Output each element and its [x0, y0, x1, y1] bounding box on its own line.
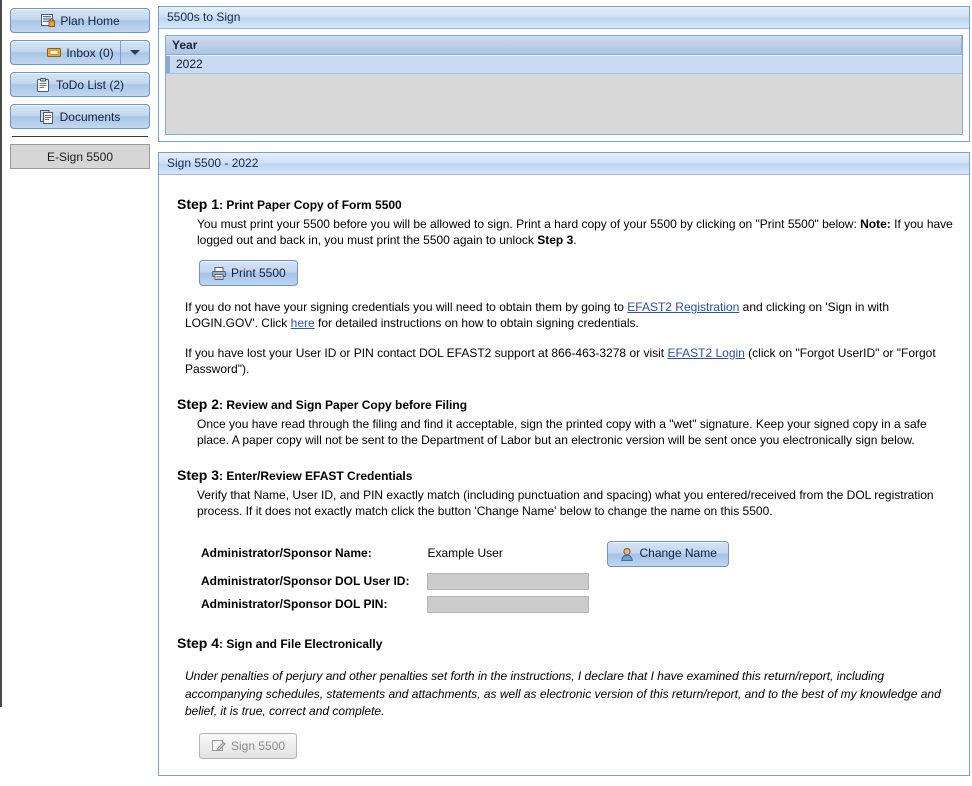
cell-year: 2022: [176, 57, 203, 71]
change-name-cell: Change Name: [607, 538, 729, 570]
step-3-heading: : Enter/Review EFAST Credentials: [219, 469, 413, 484]
sidebar-divider: [12, 136, 148, 137]
print-5500-button[interactable]: Print 5500: [199, 260, 298, 287]
admin-sponsor-name-value: Example User: [427, 546, 503, 561]
perjury-statement: Under penalties of perjury and other pen…: [185, 669, 941, 719]
step-1-heading: : Print Paper Copy of Form 5500: [219, 198, 402, 212]
sidebar-item-label: Plan Home: [60, 13, 120, 28]
sidebar-item-documents[interactable]: Documents: [10, 104, 150, 129]
efast2-registration-link[interactable]: EFAST2 Registration: [627, 300, 739, 314]
clipboard-icon: [36, 77, 51, 92]
step-4-number: Step 4: [177, 634, 220, 651]
sign-5500-form: Step 1: Print Paper Copy of Form 5500 Yo…: [165, 181, 963, 769]
column-header-year[interactable]: Year: [166, 36, 962, 54]
printer-icon: [211, 266, 226, 280]
sidebar-item-todo-list[interactable]: ToDo List (2): [10, 72, 150, 97]
credentials-table: Administrator/Sponsor Name: Example User: [201, 538, 729, 616]
step-3-body: Verify that Name, User ID, and PIN exact…: [197, 488, 934, 519]
5500s-to-sign-grid: Year 2022: [165, 35, 963, 135]
step-1-number: Step 1: [177, 196, 220, 212]
inbox-icon: [46, 46, 61, 60]
credentials-text-3: for detailed instructions on how to obta…: [314, 316, 639, 331]
credential-row-name: Administrator/Sponsor Name: Example User: [201, 538, 729, 570]
sign-pencil-icon: [211, 739, 226, 753]
sidebar: Plan Home Inbox (0) ToDo List (2) Docume…: [2, 0, 158, 169]
lost-credentials-paragraph: If you have lost your User ID or PIN con…: [185, 345, 953, 377]
change-name-button-label: Change Name: [639, 546, 717, 561]
grid-panel-title: 5500s to Sign: [159, 7, 969, 29]
credential-row-userid: Administrator/Sponsor DOL User ID:: [201, 570, 729, 593]
sign-5500-button-label: Sign 5500: [231, 738, 286, 753]
step-1-text-1: You must print your 5500 before you will…: [197, 216, 861, 231]
content-area: 5500s to Sign Year 2022 Sign 5500 - 2022: [158, 0, 972, 786]
efast2-login-link[interactable]: EFAST2 Login: [667, 346, 744, 360]
print-5500-button-label: Print 5500: [231, 266, 286, 281]
grid-header-row: Year: [166, 36, 962, 55]
sidebar-item-label: ToDo List (2): [55, 77, 125, 92]
step-2-number: Step 2: [177, 396, 220, 413]
dol-user-id-label: Administrator/Sponsor DOL User ID:: [201, 573, 410, 588]
step-1-text-3: .: [573, 233, 577, 248]
step-1-note: Note:: [860, 216, 891, 231]
admin-sponsor-name-label: Administrator/Sponsor Name:: [201, 546, 372, 561]
sign-5500-panel-body: Step 1: Print Paper Copy of Form 5500 Yo…: [159, 175, 969, 775]
step-1-body: You must print your 5500 before you will…: [197, 216, 953, 248]
sign-5500-button-row: Sign 5500: [199, 732, 953, 759]
step-1-step3-ref: Step 3: [537, 233, 574, 248]
credential-row-pin: Administrator/Sponsor DOL PIN:: [201, 593, 729, 616]
sign-5500-panel: Sign 5500 - 2022 Step 1: Print Paper Cop…: [158, 152, 970, 776]
dol-user-id-input[interactable]: [427, 572, 590, 590]
step-1-title: Step 1: Print Paper Copy of Form 5500: [177, 195, 953, 214]
dol-pin-cell: [427, 593, 728, 616]
table-row[interactable]: 2022: [166, 55, 962, 74]
sidebar-item-label: E-Sign 5500: [46, 149, 114, 164]
sidebar-item-label: Inbox (0): [66, 45, 114, 60]
documents-icon: [40, 109, 55, 124]
here-link[interactable]: here: [291, 316, 315, 330]
step-4-title: Step 4: Sign and File Electronically: [177, 634, 953, 653]
credentials-paragraph: If you do not have your signing credenti…: [185, 299, 953, 331]
step-3-number: Step 3: [177, 467, 220, 484]
sidebar-item-inbox[interactable]: Inbox (0): [10, 40, 150, 65]
grid-panel-body: Year 2022: [159, 29, 969, 141]
step-2-heading: : Review and Sign Paper Copy before Fili…: [219, 398, 468, 413]
dol-pin-input[interactable]: [427, 595, 590, 613]
chevron-down-icon: [130, 50, 140, 55]
grid-panel: 5500s to Sign Year 2022: [158, 6, 970, 142]
step-2-body: Once you have read through the filing an…: [197, 416, 927, 448]
dol-pin-label: Administrator/Sponsor DOL PIN:: [201, 596, 388, 611]
change-name-button[interactable]: Change Name: [607, 540, 729, 567]
application-window: Plan Home Inbox (0) ToDo List (2) Docume…: [2, 0, 972, 776]
sidebar-item-plan-home[interactable]: Plan Home: [10, 8, 150, 33]
inbox-dropdown-toggle[interactable]: [120, 41, 149, 64]
step-3-title: Step 3: Enter/Review EFAST Credentials: [177, 466, 953, 485]
step-4-heading: : Sign and File Electronically: [219, 636, 383, 651]
user-icon: [619, 547, 634, 561]
sign-5500-button[interactable]: Sign 5500: [199, 732, 298, 759]
plan-home-icon: [40, 14, 55, 28]
print-5500-button-row: Print 5500: [199, 260, 953, 287]
sign-5500-panel-title: Sign 5500 - 2022: [159, 153, 969, 175]
sidebar-item-label: Documents: [59, 109, 121, 124]
step-2-title: Step 2: Review and Sign Paper Copy befor…: [177, 395, 953, 414]
dol-user-id-cell: [427, 570, 728, 593]
sidebar-item-esign-5500[interactable]: E-Sign 5500: [10, 144, 150, 169]
credentials-text-1: If you do not have your signing credenti…: [185, 300, 628, 315]
lost-text-1: If you have lost your User ID or PIN con…: [185, 345, 668, 360]
